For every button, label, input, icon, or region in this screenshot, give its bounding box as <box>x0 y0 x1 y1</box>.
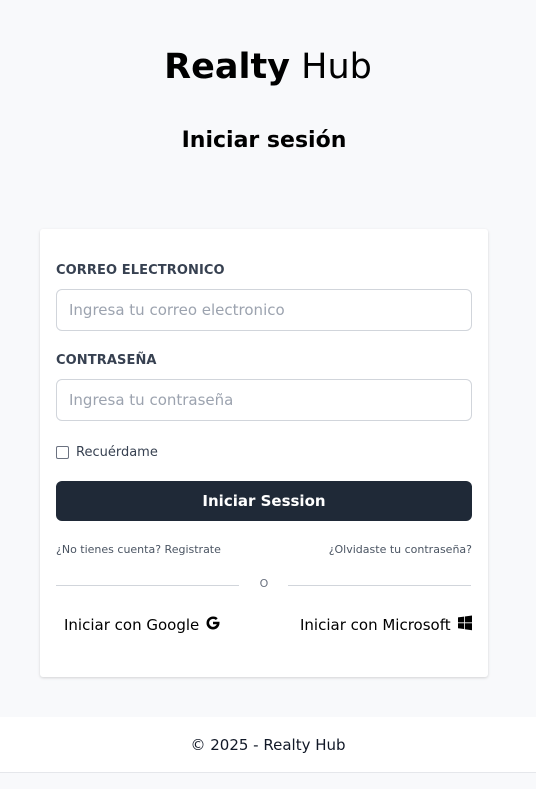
remember-checkbox[interactable] <box>56 445 69 459</box>
remember-me[interactable]: Recuérdame <box>56 444 158 460</box>
google-login-label: Iniciar con Google <box>64 616 200 634</box>
footer-copyright: © 2025 - Realty Hub <box>190 735 346 754</box>
remember-label: Recuérdame <box>76 444 158 460</box>
password-field[interactable] <box>56 379 472 421</box>
windows-icon <box>457 615 473 635</box>
forgot-password-link[interactable]: ¿Olvidaste tu contraseña? <box>329 543 472 556</box>
microsoft-login-label: Iniciar con Microsoft <box>300 616 451 634</box>
email-field[interactable] <box>56 289 472 331</box>
microsoft-login-button[interactable]: Iniciar con Microsoft <box>300 615 473 635</box>
footer: © 2025 - Realty Hub <box>0 717 536 773</box>
google-login-button[interactable]: Iniciar con Google <box>64 615 221 635</box>
page-title: Iniciar sesión <box>181 128 347 153</box>
brand-bold: Realty <box>164 47 290 87</box>
brand-logo: Realty Hub <box>0 46 536 88</box>
divider-line-right <box>288 585 471 586</box>
password-label: CONTRASEÑA <box>56 353 157 368</box>
register-link[interactable]: ¿No tienes cuenta? Registrate <box>56 543 221 556</box>
login-card: CORREO ELECTRONICO CONTRASEÑA Recuérdame… <box>40 229 488 677</box>
divider-line-left <box>56 585 239 586</box>
divider-text: O <box>259 577 269 590</box>
brand-light: Hub <box>301 47 372 87</box>
email-label: CORREO ELECTRONICO <box>56 263 225 278</box>
google-icon <box>205 615 221 635</box>
login-page: Realty Hub Iniciar sesión CORREO ELECTRO… <box>0 0 536 789</box>
login-button[interactable]: Iniciar Session <box>56 481 472 521</box>
